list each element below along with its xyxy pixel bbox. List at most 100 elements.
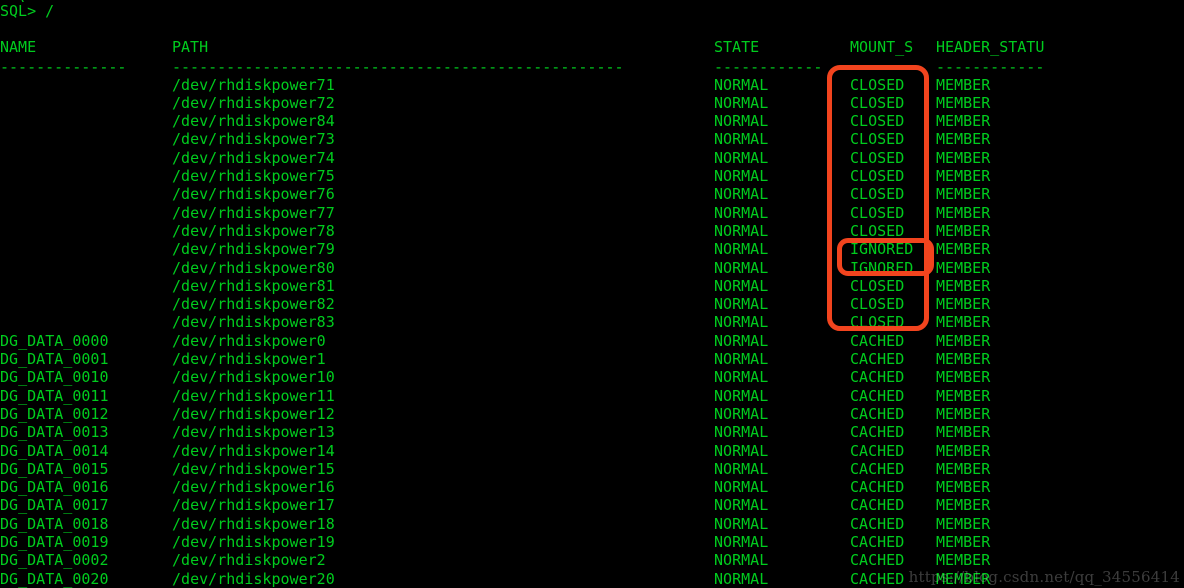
cell-state: NORMAL [714, 221, 769, 240]
cell-header-statu: MEMBER [936, 423, 991, 442]
cell-path: /dev/rhdiskpower10 [172, 368, 335, 387]
cell-mount-s: CLOSED [850, 276, 905, 295]
cell-mount-s: CLOSED [850, 112, 905, 131]
cell-header-statu: MEMBER [936, 404, 991, 423]
cell-state: NORMAL [714, 331, 769, 350]
cell-state: NORMAL [714, 148, 769, 167]
cell-state: NORMAL [714, 386, 769, 405]
cell-mount-s: CLOSED [850, 75, 905, 94]
table-row: /dev/rhdiskpower81 NORMAL CLOSED MEMBER [0, 277, 1184, 295]
cell-name: DG_DATA_0011 [0, 386, 109, 405]
cell-path: /dev/rhdiskpower82 [172, 295, 335, 314]
table-row: /dev/rhdiskpower83 NORMAL CLOSED MEMBER [0, 313, 1184, 331]
cell-name: DG_DATA_0020 [0, 569, 109, 588]
cell-header-statu: MEMBER [936, 130, 991, 149]
cell-state: NORMAL [714, 240, 769, 259]
cell-mount-s: IGNORED [850, 240, 914, 259]
header-rule-path: ----------------------------------------… [172, 58, 624, 76]
header-rule-mount-s: ------- [850, 58, 914, 76]
cell-mount-s: CLOSED [850, 185, 905, 204]
cell-mount-s: CACHED [850, 331, 905, 350]
cell-path: /dev/rhdiskpower78 [172, 221, 335, 240]
table-row: /dev/rhdiskpower71 NORMAL CLOSED MEMBER [0, 76, 1184, 94]
cell-header-statu: MEMBER [936, 112, 991, 131]
cell-mount-s: CACHED [850, 386, 905, 405]
cell-header-statu: MEMBER [936, 350, 991, 368]
table-row: /dev/rhdiskpower78 NORMAL CLOSED MEMBER [0, 222, 1184, 240]
table-row: /dev/rhdiskpower84 NORMAL CLOSED MEMBER [0, 112, 1184, 130]
cell-state: NORMAL [714, 350, 769, 368]
table-row: /dev/rhdiskpower73 NORMAL CLOSED MEMBER [0, 130, 1184, 148]
cell-name: DG_DATA_0014 [0, 441, 109, 460]
cell-header-statu: MEMBER [936, 496, 991, 515]
column-header-mount-s: MOUNT_S [850, 38, 914, 56]
cell-path: /dev/rhdiskpower11 [172, 386, 335, 405]
cell-header-statu: MEMBER [936, 368, 991, 387]
cell-state: NORMAL [714, 93, 769, 112]
cell-name: DG_DATA_0019 [0, 533, 109, 551]
cell-header-statu: MEMBER [936, 331, 991, 350]
cell-mount-s: CACHED [850, 441, 905, 460]
table-row: DG_DATA_0018/dev/rhdiskpower18 NORMAL CACH… [0, 515, 1184, 533]
cell-header-statu: MEMBER [936, 203, 991, 222]
cell-path: /dev/rhdiskpower16 [172, 478, 335, 497]
cell-name: DG_DATA_0000 [0, 331, 109, 350]
header-rule-state: ------------ [714, 58, 823, 76]
cell-name: DG_DATA_0015 [0, 459, 109, 478]
cell-state: NORMAL [714, 368, 769, 387]
cell-state: NORMAL [714, 167, 769, 185]
cell-header-statu: MEMBER [936, 148, 991, 167]
table-row: DG_DATA_0012/dev/rhdiskpower12 NORMAL CACH… [0, 405, 1184, 423]
cell-header-statu: MEMBER [936, 459, 991, 478]
cell-name: DG_DATA_0002 [0, 551, 109, 570]
table-row: DG_DATA_0016/dev/rhdiskpower16 NORMAL CACH… [0, 478, 1184, 496]
cell-state: NORMAL [714, 313, 769, 332]
header-rule-header-statu: ------------ [936, 58, 1045, 76]
cell-path: /dev/rhdiskpower75 [172, 167, 335, 185]
cell-mount-s: CACHED [850, 533, 905, 551]
column-header-state: STATE [714, 38, 760, 56]
cell-name: DG_DATA_0013 [0, 423, 109, 442]
cell-mount-s: CACHED [850, 551, 905, 570]
cell-name: DG_DATA_0017 [0, 496, 109, 515]
cell-state: NORMAL [714, 203, 769, 222]
cell-mount-s: CLOSED [850, 130, 905, 149]
table-row: /dev/rhdiskpower79 NORMAL IGNORED MEMBER [0, 240, 1184, 258]
table-row: DG_DATA_0015/dev/rhdiskpower15 NORMAL CACH… [0, 460, 1184, 478]
table-row: DG_DATA_0014/dev/rhdiskpower14 NORMAL CACH… [0, 442, 1184, 460]
cell-path: /dev/rhdiskpower17 [172, 496, 335, 515]
cell-state: NORMAL [714, 514, 769, 533]
sql-prompt-line: SQL> / [0, 2, 55, 20]
cell-mount-s: CACHED [850, 368, 905, 387]
table-row: /dev/rhdiskpower80 NORMAL IGNORED MEMBER [0, 259, 1184, 277]
cell-header-statu: MEMBER [936, 221, 991, 240]
cell-header-statu: MEMBER [936, 514, 991, 533]
cell-path: /dev/rhdiskpower0 [172, 331, 326, 350]
table-row: DG_DATA_0017/dev/rhdiskpower17 NORMAL CACH… [0, 496, 1184, 514]
cell-header-statu: MEMBER [936, 551, 991, 570]
cell-header-statu: MEMBER [936, 276, 991, 295]
cell-path: /dev/rhdiskpower83 [172, 313, 335, 332]
cell-name: DG_DATA_0001 [0, 350, 109, 368]
cell-mount-s: CACHED [850, 569, 905, 588]
cell-mount-s: CLOSED [850, 203, 905, 222]
cell-header-statu: MEMBER [936, 295, 991, 314]
cell-mount-s: CLOSED [850, 221, 905, 240]
cell-state: NORMAL [714, 404, 769, 423]
table-row: DG_DATA_0011/dev/rhdiskpower11 NORMAL CACH… [0, 387, 1184, 405]
cell-state: NORMAL [714, 423, 769, 442]
column-header-name: NAME [0, 38, 37, 56]
cell-header-statu: MEMBER [936, 93, 991, 112]
cell-state: NORMAL [714, 478, 769, 497]
cell-state: NORMAL [714, 75, 769, 94]
cell-path: /dev/rhdiskpower12 [172, 404, 335, 423]
table-row: /dev/rhdiskpower82 NORMAL CLOSED MEMBER [0, 295, 1184, 313]
table-row: /dev/rhdiskpower75 NORMAL CLOSED MEMBER [0, 167, 1184, 185]
cell-state: NORMAL [714, 441, 769, 460]
cell-header-statu: MEMBER [936, 167, 991, 185]
cell-path: /dev/rhdiskpower2 [172, 551, 326, 570]
cell-name: DG_DATA_0012 [0, 404, 109, 423]
cell-name: DG_DATA_0010 [0, 368, 109, 387]
cell-state: NORMAL [714, 112, 769, 131]
terminal-window: \ . . SQL> / NAME PATH STATE MOUNT_S HEA… [0, 0, 1184, 588]
